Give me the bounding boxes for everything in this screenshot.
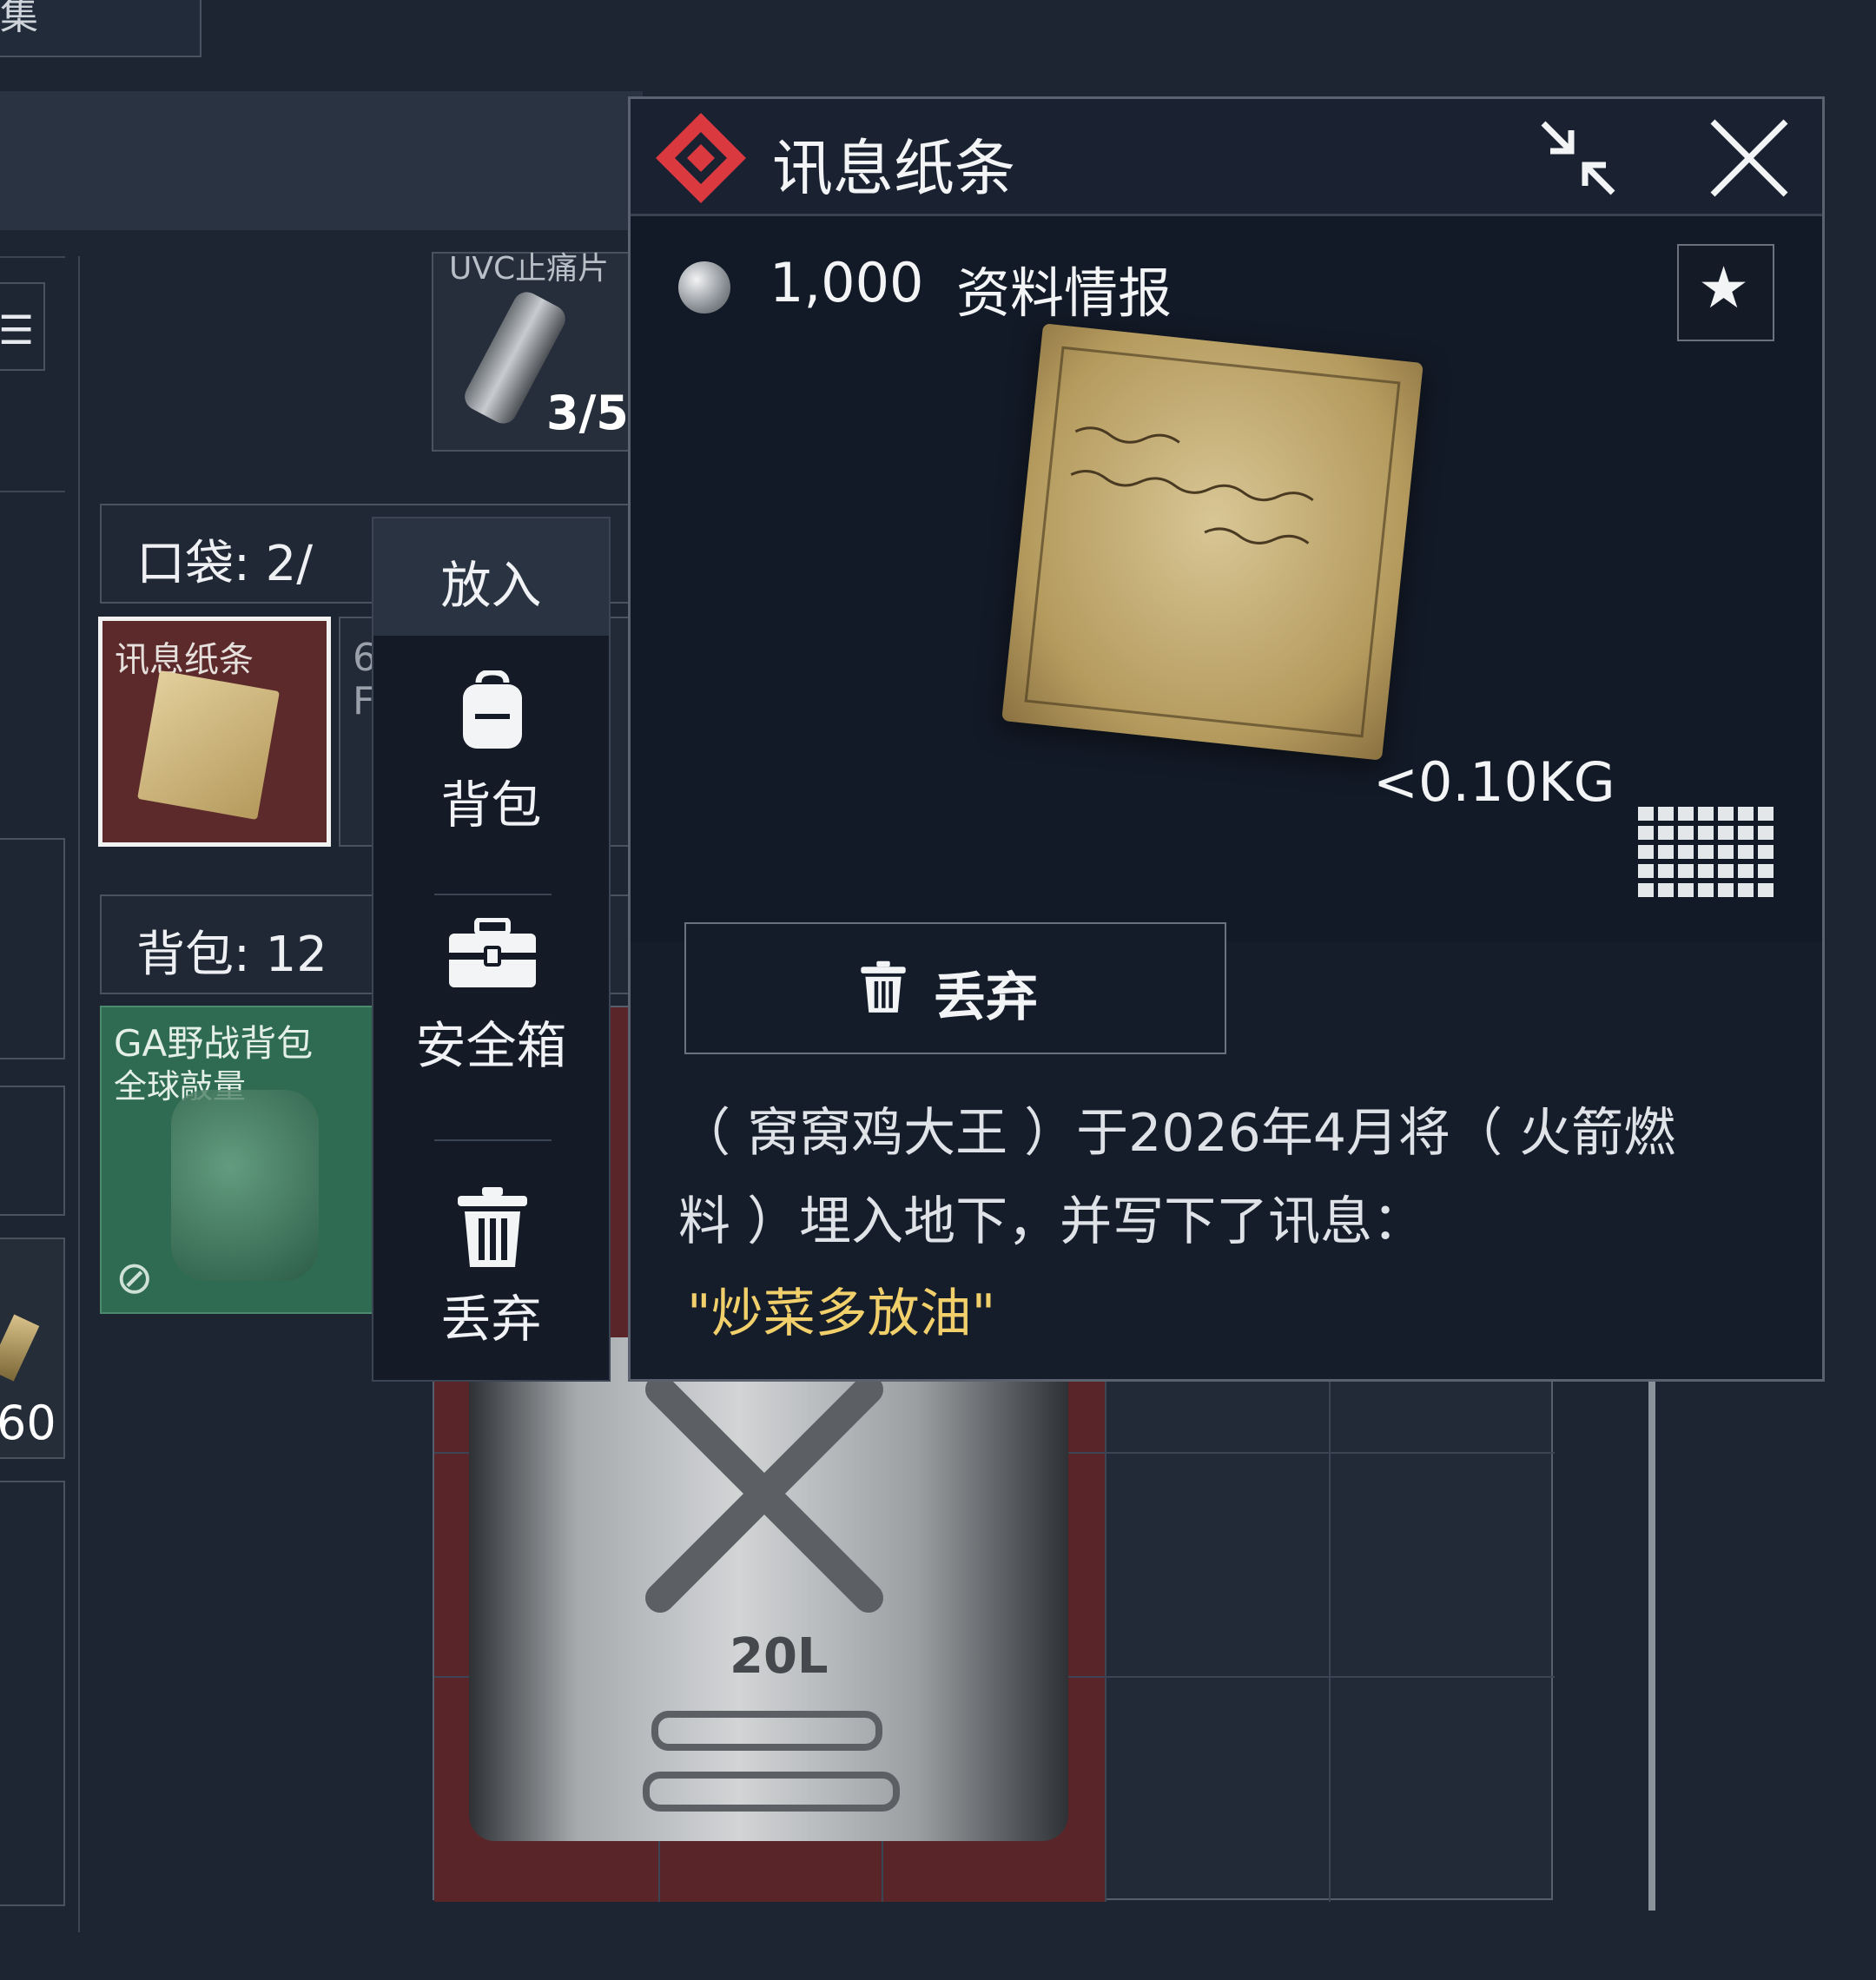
backpack-icon — [463, 670, 522, 749]
context-item-safebox-label: 安全箱 — [415, 1016, 567, 1075]
left-menu-button[interactable]: ☰ — [0, 282, 45, 371]
detail-header: 讯息纸条 — [631, 99, 1822, 216]
painkiller-count: 3/5 — [546, 386, 629, 440]
left-slot[interactable] — [0, 838, 65, 1059]
ga-field-backpack-item[interactable]: GA野战背包 全球敲量 ⊘ — [100, 1006, 376, 1314]
left-column-divider — [0, 491, 65, 492]
backpack-image — [171, 1090, 319, 1281]
context-item-safebox[interactable]: 安全箱 — [373, 918, 609, 1109]
left-column-divider — [0, 256, 65, 258]
jerrycan-slot — [651, 1711, 882, 1751]
pocket-label: 口袋: 2/ — [136, 536, 314, 592]
painkiller-item[interactable]: UVC止痛片 3/5 — [432, 251, 640, 452]
jerrycan-capacity-label: 20L — [730, 1628, 829, 1685]
jerrycan-slot — [643, 1772, 900, 1812]
context-item-backpack[interactable]: 背包 — [373, 670, 609, 861]
context-menu-title: 放入 — [440, 556, 542, 615]
message-note-image — [1001, 323, 1424, 761]
left-column-border — [78, 256, 80, 1932]
no-equip-icon: ⊘ — [116, 1252, 154, 1304]
left-slot[interactable] — [0, 1481, 65, 1906]
discard-button-label: 丢弃 — [934, 967, 1038, 1028]
context-menu: 放入 背包 安全箱 丢弃 — [372, 517, 611, 1382]
context-divider — [434, 1139, 552, 1141]
item-weight: <0.10KG — [1373, 750, 1615, 814]
trash-icon — [458, 1187, 527, 1267]
left-slot[interactable]: 60 — [0, 1238, 65, 1459]
discard-button[interactable]: 丢弃 — [684, 922, 1226, 1054]
painkiller-name: UVC止痛片 — [449, 251, 610, 287]
item-price: 1,000 — [770, 251, 924, 314]
star-icon: ★ — [1698, 254, 1750, 321]
top-tab-label: 集 — [0, 0, 38, 38]
left-slot[interactable] — [0, 1086, 65, 1216]
item-quote: "炒菜多放油" — [687, 1284, 996, 1344]
coin-icon — [678, 261, 730, 314]
item-rarity-diamond-icon — [656, 113, 746, 203]
item-size-grid-icon — [1638, 807, 1774, 897]
favorite-button[interactable]: ★ — [1677, 244, 1774, 341]
note-thumbnail-image — [137, 670, 280, 821]
jerrycan-x-mark — [645, 1375, 883, 1613]
scrollbar[interactable] — [1648, 1381, 1655, 1911]
jerrycan-image: 20L — [469, 1337, 1068, 1841]
close-icon[interactable] — [1708, 116, 1791, 200]
context-item-discard[interactable]: 丢弃 — [373, 1187, 609, 1378]
detail-title: 讯息纸条 — [772, 133, 1015, 204]
detail-art-area: 1,000 资料情报 ★ <0.10KG — [631, 216, 1822, 942]
context-divider — [434, 894, 552, 895]
context-item-backpack-label: 背包 — [440, 776, 542, 835]
left-slot-count: 60 — [0, 1396, 56, 1450]
trash-icon — [861, 960, 906, 1013]
top-tab[interactable]: 集 — [0, 0, 201, 57]
item-description: （ 窝窝鸡大王 ）于2026年4月将（ 火箭燃料 ）埋入地下，并写下了讯息： — [678, 1103, 1676, 1252]
context-item-discard-label: 丢弃 — [440, 1290, 542, 1349]
minimize-icon[interactable] — [1538, 118, 1618, 198]
header-strip — [0, 91, 643, 230]
bullet-item-image — [0, 1314, 40, 1382]
pocket-item-message-note[interactable]: 讯息纸条 — [98, 617, 331, 847]
backpack-label: 背包: 12 — [136, 927, 327, 983]
safebox-icon — [449, 918, 536, 987]
item-detail-popup: 讯息纸条 1,000 资料情报 ★ <0.10KG 丢弃 （ 窝窝鸡大王 ）于2… — [628, 96, 1825, 1382]
menu-icon: ☰ — [0, 307, 35, 353]
item-category: 资料情报 — [956, 261, 1172, 325]
